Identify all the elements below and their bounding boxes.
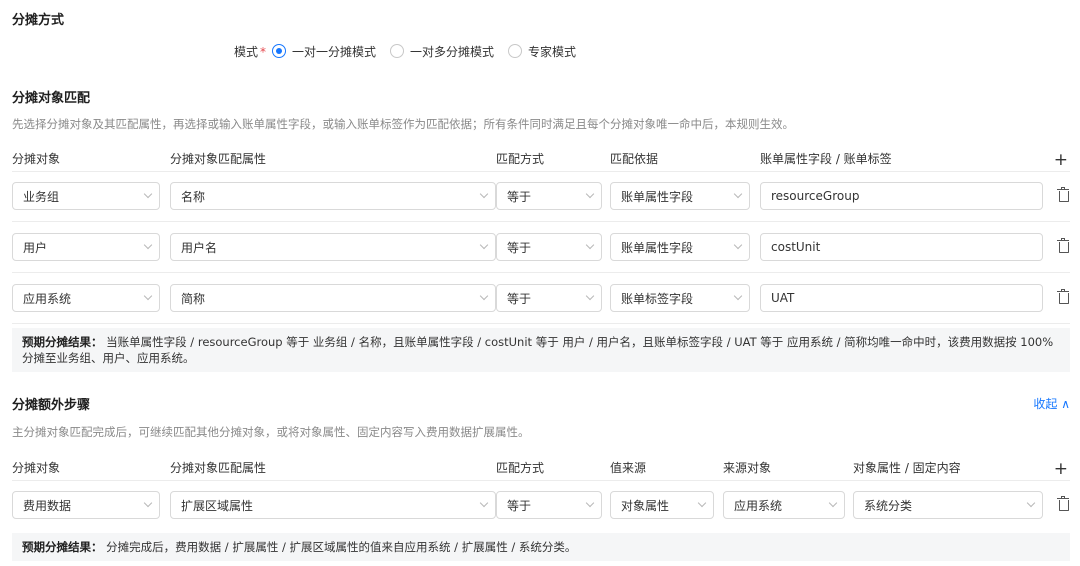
col-source: 值来源	[610, 461, 647, 475]
result-text: 分摊完成后，费用数据 / 扩展属性 / 扩展区域属性的值来自应用系统 / 扩展属…	[106, 540, 577, 554]
radio-checked-icon	[272, 44, 287, 58]
attr-select[interactable]: 扩展区域属性	[170, 491, 496, 519]
source-select[interactable]: 对象属性	[610, 491, 714, 519]
result-label: 预期分摊结果：	[22, 540, 103, 554]
method-select[interactable]: 等于	[496, 284, 602, 312]
chevron-down-icon	[479, 240, 489, 250]
chevron-down-icon	[143, 291, 153, 301]
match-row: 业务组 名称 等于 账单属性字段 resourceGroup	[12, 172, 1070, 222]
method-select[interactable]: 等于	[496, 182, 602, 210]
basis-select[interactable]: 账单标签字段	[610, 284, 750, 312]
chevron-down-icon	[697, 498, 707, 508]
delete-icon[interactable]	[1057, 289, 1069, 304]
match-expected-result: 预期分摊结果： 当账单属性字段 / resourceGroup 等于 业务组 /…	[12, 328, 1070, 372]
attr-select[interactable]: 简称	[170, 284, 496, 312]
content-select[interactable]: 系统分类	[853, 491, 1043, 519]
source-object-select[interactable]: 应用系统	[723, 491, 845, 519]
chevron-down-icon	[479, 291, 489, 301]
basis-select[interactable]: 账单属性字段	[610, 182, 750, 210]
basis-select[interactable]: 账单属性字段	[610, 233, 750, 261]
radio-one-to-one[interactable]: 一对一分摊模式	[272, 43, 376, 60]
radio-expert[interactable]: 专家模式	[508, 43, 576, 60]
col-basis: 匹配依据	[610, 152, 659, 166]
extra-description: 主分摊对象匹配完成后，可继续匹配其他分摊对象，或将对象属性、固定内容写入费用数据…	[12, 425, 530, 439]
chevron-down-icon	[143, 189, 153, 199]
col-attr: 分摊对象匹配属性	[170, 152, 267, 166]
value-input[interactable]: resourceGroup	[760, 182, 1043, 210]
attr-select[interactable]: 名称	[170, 182, 496, 210]
chevron-down-icon	[585, 240, 595, 250]
section-title-match: 分摊对象匹配	[12, 91, 91, 106]
extra-table-header: 分摊对象 分摊对象匹配属性 匹配方式 值来源 来源对象 对象属性 / 固定内容 …	[12, 457, 1070, 481]
chevron-down-icon	[733, 240, 743, 250]
col-content: 对象属性 / 固定内容	[853, 461, 961, 475]
chevron-down-icon	[143, 240, 153, 250]
col-method: 匹配方式	[496, 461, 545, 475]
col-attr: 分摊对象匹配属性	[170, 461, 267, 475]
chevron-down-icon	[479, 189, 489, 199]
match-row: 应用系统 简称 等于 账单标签字段 UAT	[12, 274, 1070, 324]
match-row: 用户 用户名 等于 账单属性字段 costUnit	[12, 223, 1070, 273]
radio-unchecked-icon	[508, 44, 523, 58]
object-select[interactable]: 费用数据	[12, 491, 160, 519]
match-table-header: 分摊对象 分摊对象匹配属性 匹配方式 匹配依据 账单属性字段 / 账单标签 +	[12, 148, 1070, 172]
chevron-down-icon	[733, 189, 743, 199]
value-input[interactable]: UAT	[760, 284, 1043, 312]
method-select[interactable]: 等于	[496, 491, 602, 519]
add-row-icon[interactable]: +	[1054, 150, 1068, 170]
radio-unchecked-icon	[390, 44, 405, 58]
extra-expected-result: 预期分摊结果： 分摊完成后，费用数据 / 扩展属性 / 扩展区域属性的值来自应用…	[12, 533, 1070, 561]
chevron-down-icon	[585, 291, 595, 301]
object-select[interactable]: 用户	[12, 233, 160, 261]
chevron-down-icon	[479, 498, 489, 508]
object-select[interactable]: 应用系统	[12, 284, 160, 312]
col-value: 账单属性字段 / 账单标签	[760, 152, 892, 166]
chevron-down-icon	[585, 498, 595, 508]
add-row-icon[interactable]: +	[1054, 459, 1068, 479]
section-title-allocation-method: 分摊方式	[12, 13, 65, 28]
col-object: 分摊对象	[12, 152, 61, 166]
chevron-down-icon	[585, 189, 595, 199]
result-text: 当账单属性字段 / resourceGroup 等于 业务组 / 名称，且账单属…	[22, 335, 1054, 365]
col-method: 匹配方式	[496, 152, 545, 166]
method-select[interactable]: 等于	[496, 233, 602, 261]
delete-icon[interactable]	[1057, 187, 1069, 202]
value-input[interactable]: costUnit	[760, 233, 1043, 261]
collapse-link[interactable]: 收起 ∧	[1033, 395, 1070, 412]
delete-icon[interactable]	[1057, 238, 1069, 253]
chevron-down-icon	[828, 498, 838, 508]
delete-icon[interactable]	[1057, 496, 1069, 511]
mode-radio-group: 模式 * 一对一分摊模式 一对多分摊模式 专家模式	[234, 42, 590, 60]
radio-one-to-many[interactable]: 一对多分摊模式	[390, 43, 494, 60]
attr-select[interactable]: 用户名	[170, 233, 496, 261]
col-object: 分摊对象	[12, 461, 61, 475]
chevron-down-icon	[1026, 498, 1036, 508]
mode-label: 模式 *	[234, 44, 267, 59]
chevron-down-icon	[733, 291, 743, 301]
section-title-extra: 分摊额外步骤	[12, 398, 91, 413]
result-label: 预期分摊结果：	[22, 335, 103, 349]
object-select[interactable]: 业务组	[12, 182, 160, 210]
extra-row: 费用数据 扩展区域属性 等于 对象属性 应用系统 系统分类	[12, 481, 1070, 527]
col-source-object: 来源对象	[723, 461, 772, 475]
match-description: 先选择分摊对象及其匹配属性，再选择或输入账单属性字段，或输入账单标签作为匹配依据…	[12, 117, 794, 131]
chevron-down-icon	[143, 498, 153, 508]
